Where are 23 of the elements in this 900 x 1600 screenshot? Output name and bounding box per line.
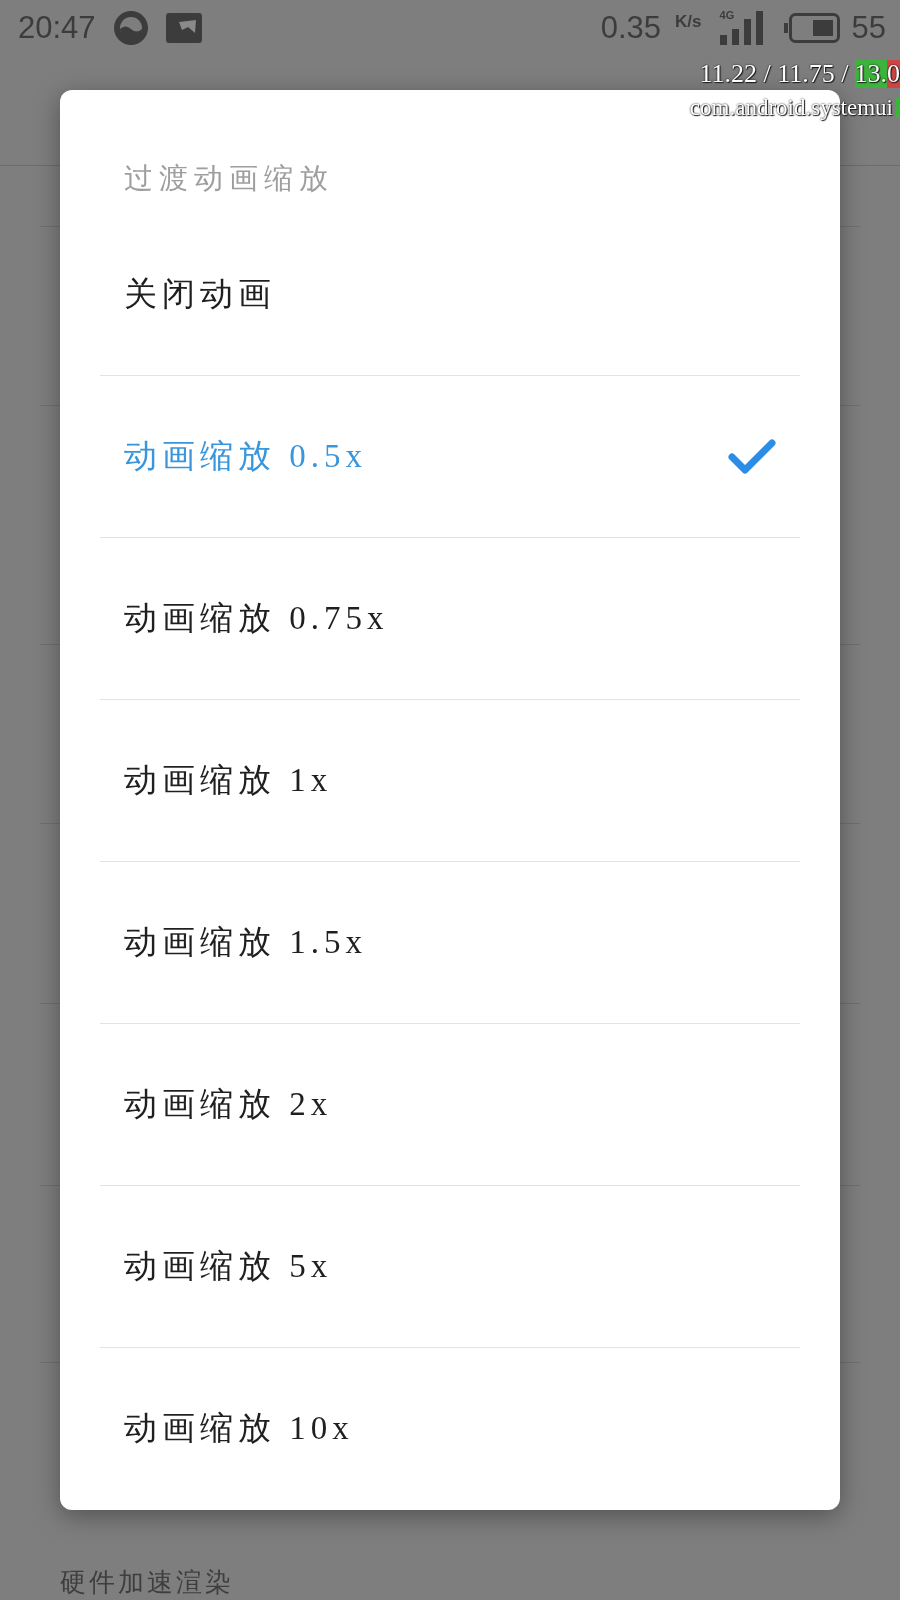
scale-option[interactable]: 动画缩放 2x xyxy=(100,1023,800,1185)
scale-option[interactable]: 动画缩放 1.5x xyxy=(100,861,800,1023)
check-icon xyxy=(728,438,776,475)
net-unit-text: K/s xyxy=(675,12,702,32)
dialog-title: 过渡动画缩放 xyxy=(124,161,334,196)
frame-time-segment: 13. xyxy=(854,60,887,88)
signal-bars-icon xyxy=(719,11,766,45)
picture-icon xyxy=(165,13,202,43)
scale-option[interactable]: 动画缩放 10x xyxy=(100,1347,800,1509)
net-speed-text: 0.35 xyxy=(600,10,662,46)
scale-option[interactable]: 动画缩放 5x xyxy=(100,1185,800,1347)
setting-label: 硬件加速渲染 xyxy=(60,1567,234,1597)
battery-icon xyxy=(783,13,840,43)
scale-option[interactable]: 动画缩放 1x xyxy=(100,699,800,861)
ring-icon xyxy=(113,11,148,45)
scale-option[interactable]: 关闭动画 xyxy=(100,213,800,375)
frame-time-segment: 0 xyxy=(887,60,900,88)
scale-option[interactable]: 动画缩放 0.75x xyxy=(100,537,800,699)
status-time: 20:47 xyxy=(18,10,96,46)
frame-times-text: 11.22 / 11.75 / xyxy=(699,60,849,88)
network-type-label: 4G xyxy=(719,9,735,21)
battery-percent: 55 xyxy=(851,10,886,46)
meter-bar-icon xyxy=(896,98,900,118)
